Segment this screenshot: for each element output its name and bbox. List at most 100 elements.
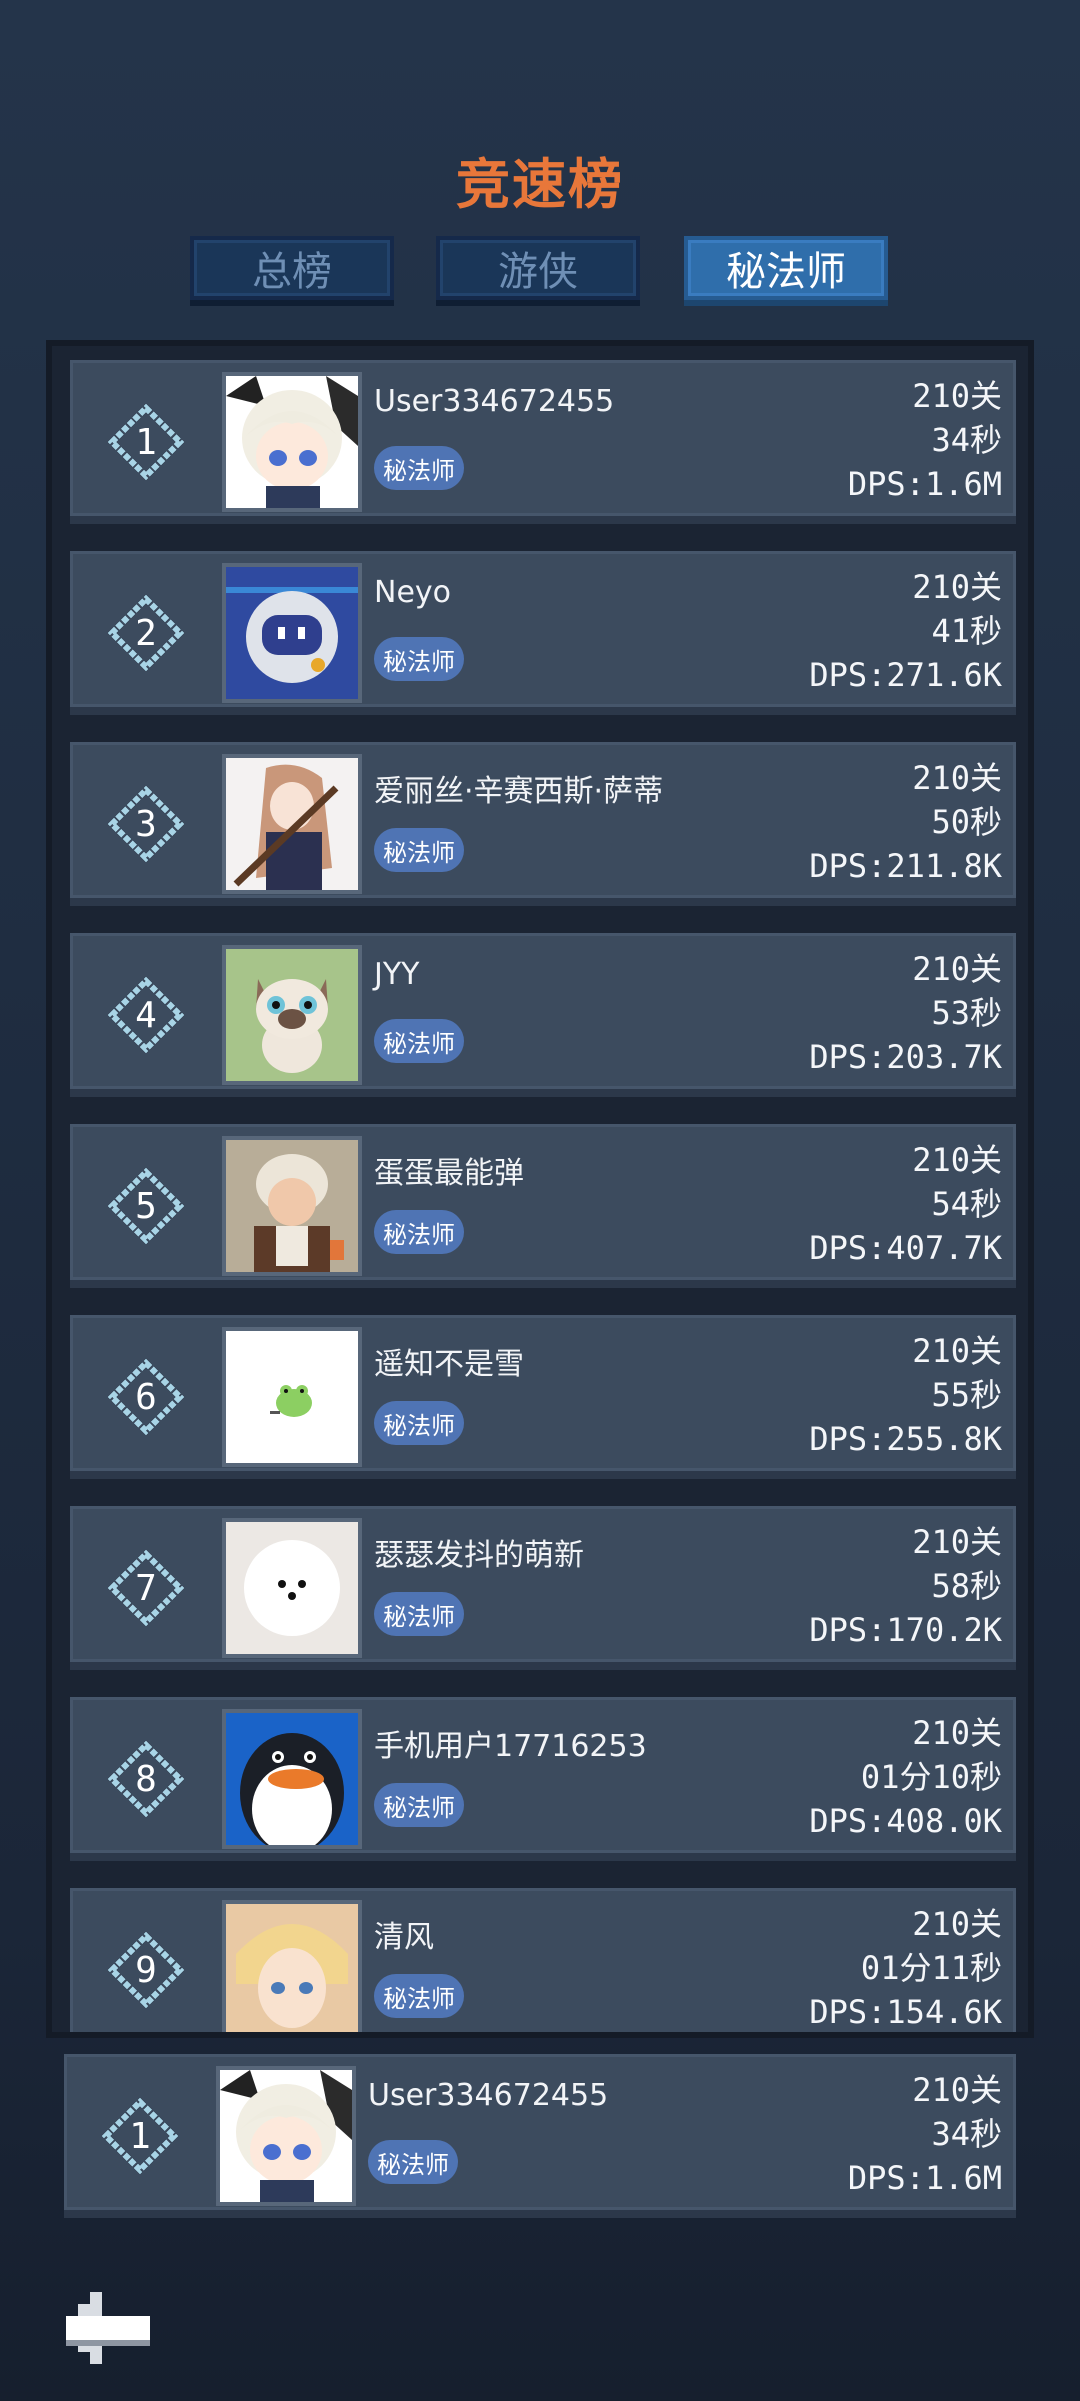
siamese-cat-avatar [226, 949, 358, 1081]
leaderboard-list[interactable]: 1 User334672455 秘法师 210关 34秒 DPS:1.6M 2 [46, 340, 1034, 2038]
clear-time: 01分11秒 [860, 1949, 1002, 1987]
player-name: 手机用户17716253 [374, 1729, 647, 1764]
dps-value: DPS:154.6K [809, 1993, 1002, 2031]
leaderboard-row[interactable]: 7 瑟瑟发抖的萌新 秘法师 210关 58秒 DPS:170.2K [70, 1506, 1016, 1670]
rank-number: 5 [135, 1185, 157, 1227]
green-frog-sticker-avatar [226, 1331, 358, 1463]
white-pomeranian-avatar [226, 1522, 358, 1654]
player-name: 蛋蛋最能弹 [374, 1156, 524, 1191]
player-avatar[interactable] [222, 372, 362, 512]
rank-number: 8 [135, 1758, 157, 1800]
clear-time: 54秒 [931, 1185, 1002, 1223]
stage-reached: 210关 [912, 2071, 1002, 2109]
player-name: 爱丽丝·辛赛西斯·萨蒂 [374, 774, 664, 809]
player-avatar[interactable] [222, 754, 362, 894]
leaderboard-row[interactable]: 6 遥知不是雪 秘法师 210关 55秒 DPS:255.8K [70, 1315, 1016, 1479]
player-avatar[interactable] [216, 2066, 356, 2206]
class-badge: 秘法师 [374, 637, 464, 681]
class-badge: 秘法师 [374, 828, 464, 872]
player-stats: 210关 58秒 DPS:170.2K [809, 1520, 1002, 1652]
leaderboard-row[interactable]: 4 JYY 秘法师 210关 53秒 DPS:203.7K [70, 933, 1016, 1097]
leaderboard-row[interactable]: 1 User334672455 秘法师 210关 34秒 DPS:1.6M [70, 360, 1016, 524]
class-badge: 秘法师 [374, 1401, 464, 1445]
leaderboard-row[interactable]: 2 Neyo 秘法师 210关 41秒 DPS:271.6K [70, 551, 1016, 715]
leaderboard-row[interactable]: 9 清风 秘法师 210关 01分11秒 DPS:154.6K [70, 1888, 1016, 2032]
player-stats: 210关 55秒 DPS:255.8K [809, 1329, 1002, 1461]
clear-time: 50秒 [931, 803, 1002, 841]
leaderboard-row[interactable]: 3 爱丽丝·辛赛西斯·萨蒂 秘法师 210关 50秒 DPS:211.8K [70, 742, 1016, 906]
rank-badge: 3 [108, 786, 184, 862]
rank-badge: 4 [108, 977, 184, 1053]
stage-reached: 210关 [912, 1714, 1002, 1752]
clear-time: 55秒 [931, 1376, 1002, 1414]
tab-ranger[interactable]: 游侠 [436, 236, 640, 300]
clear-time: 01分10秒 [860, 1758, 1002, 1796]
tab-overall[interactable]: 总榜 [190, 236, 394, 300]
rank-number: 2 [135, 612, 157, 654]
leaderboard-title: 竞速榜 [456, 153, 624, 216]
dps-value: DPS:211.8K [809, 847, 1002, 885]
dps-value: DPS:1.6M [847, 2159, 1002, 2197]
baby-photo-avatar [226, 1140, 358, 1272]
class-badge: 秘法师 [374, 1783, 464, 1827]
rank-number: 9 [135, 1949, 157, 1991]
clear-time: 58秒 [931, 1567, 1002, 1605]
player-name: 清风 [374, 1920, 434, 1955]
dps-value: DPS:407.7K [809, 1229, 1002, 1267]
stage-reached: 210关 [912, 377, 1002, 415]
stage-reached: 210关 [912, 1332, 1002, 1370]
tab-arcanist[interactable]: 秘法师 [684, 236, 888, 300]
clear-time: 41秒 [931, 612, 1002, 650]
stage-reached: 210关 [912, 1523, 1002, 1561]
rank-badge: 9 [108, 1932, 184, 2008]
player-stats: 210关 54秒 DPS:407.7K [809, 1138, 1002, 1270]
player-name: Neyo [374, 575, 452, 610]
class-badge: 秘法师 [374, 446, 464, 490]
stage-reached: 210关 [912, 1905, 1002, 1943]
player-name: JYY [374, 957, 420, 992]
class-badge: 秘法师 [374, 1210, 464, 1254]
player-avatar[interactable] [222, 1327, 362, 1467]
stage-reached: 210关 [912, 1141, 1002, 1179]
player-stats: 210关 01分10秒 DPS:408.0K [809, 1711, 1002, 1843]
player-avatar[interactable] [222, 1136, 362, 1276]
robot-ball-avatar [226, 567, 358, 699]
rank-badge: 6 [108, 1359, 184, 1435]
player-avatar[interactable] [222, 1709, 362, 1849]
class-badge: 秘法师 [374, 1592, 464, 1636]
player-stats: 210关 01分11秒 DPS:154.6K [809, 1902, 1002, 2032]
player-name: User334672455 [368, 2078, 609, 2113]
clear-time: 34秒 [931, 421, 1002, 459]
rank-badge: 1 [102, 2098, 178, 2174]
player-stats: 210关 34秒 DPS:1.6M [848, 374, 1002, 506]
rank-badge: 7 [108, 1550, 184, 1626]
rank-number: 4 [135, 994, 157, 1036]
player-avatar[interactable] [222, 945, 362, 1085]
clear-time: 53秒 [931, 994, 1002, 1032]
player-avatar[interactable] [222, 1900, 362, 2032]
rank-number: 6 [135, 1376, 157, 1418]
stage-reached: 210关 [912, 568, 1002, 606]
anime-white-hair-avatar [226, 376, 358, 508]
player-name: 遥知不是雪 [374, 1347, 524, 1382]
dps-value: DPS:170.2K [809, 1611, 1002, 1649]
leaderboard-row[interactable]: 8 手机用户17716253 秘法师 210关 01分10秒 DPS:408.0… [70, 1697, 1016, 1861]
leaderboard-row[interactable]: 5 蛋蛋最能弹 秘法师 210关 54秒 DPS:407.7K [70, 1124, 1016, 1288]
rank-badge: 1 [108, 404, 184, 480]
player-avatar[interactable] [222, 1518, 362, 1658]
penguin-avatar [226, 1713, 358, 1845]
clear-time: 34秒 [931, 2115, 1002, 2153]
rank-badge: 2 [108, 595, 184, 671]
back-button[interactable] [60, 2280, 156, 2376]
rank-badge: 8 [108, 1741, 184, 1817]
player-stats: 210关 53秒 DPS:203.7K [809, 947, 1002, 1079]
anime-girl-rifle-avatar [226, 758, 358, 890]
player-avatar[interactable] [222, 563, 362, 703]
class-badge: 秘法师 [374, 1974, 464, 2018]
rank-number: 1 [129, 2115, 151, 2157]
rank-badge: 5 [108, 1168, 184, 1244]
back-arrow-icon [66, 2292, 150, 2364]
player-name: User334672455 [374, 384, 615, 419]
stage-reached: 210关 [912, 759, 1002, 797]
dps-value: DPS:1.6M [847, 465, 1002, 503]
